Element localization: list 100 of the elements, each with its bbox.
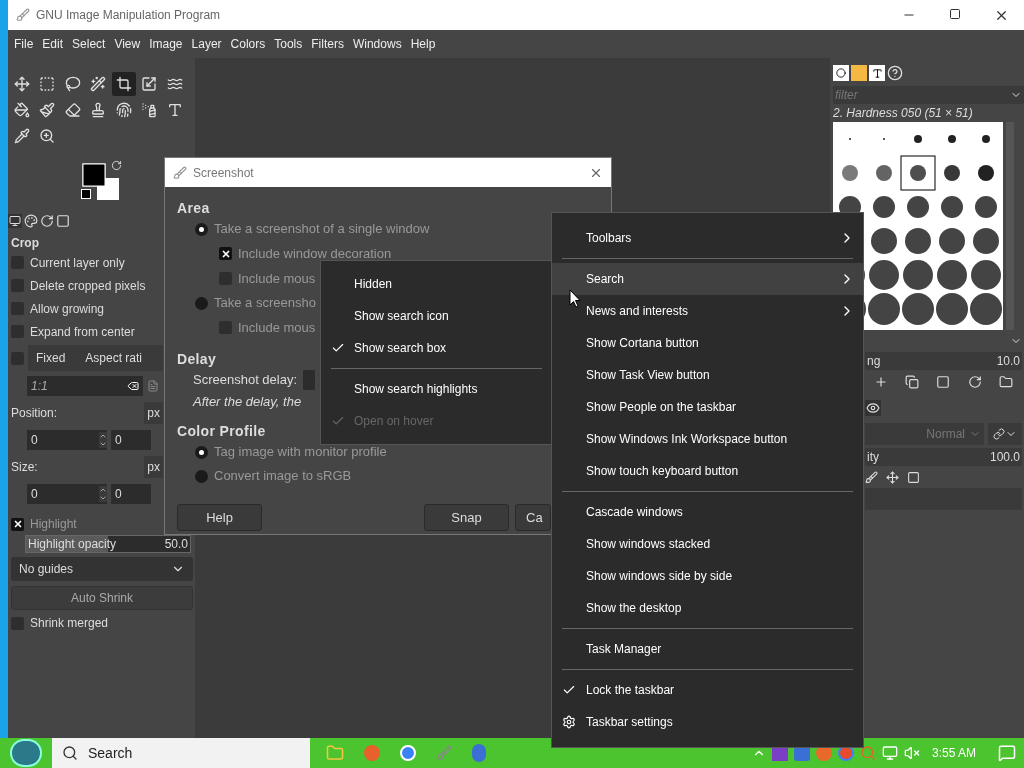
menu-bar-item[interactable]: Tools xyxy=(271,35,306,53)
number-field[interactable]: 0 xyxy=(111,484,151,504)
duplicate-icon[interactable] xyxy=(905,375,920,389)
menu-item[interactable]: Search xyxy=(552,263,863,295)
menu-item[interactable]: Show Cortana button xyxy=(552,327,863,359)
field-label: Position: xyxy=(11,405,58,422)
delay-field[interactable] xyxy=(303,370,316,390)
search-box[interactable]: Search xyxy=(52,738,310,768)
menu-item[interactable]: Lock the taskbar xyxy=(552,674,863,706)
folder-icon[interactable] xyxy=(999,375,1014,389)
spinner-icon[interactable] xyxy=(99,432,107,448)
new-icon[interactable] xyxy=(873,375,888,389)
color-swatches-icon[interactable] xyxy=(81,162,121,202)
menu-bar-item[interactable]: File xyxy=(11,35,37,53)
aspect-ratio-dropdown[interactable]: Aspect rati xyxy=(85,349,143,367)
menu-item[interactable]: Show Windows Ink Workspace button xyxy=(552,423,863,455)
ratio-field[interactable]: 1:1 xyxy=(27,376,143,396)
slider-label: Highlight opacity xyxy=(28,536,117,553)
maximize-icon[interactable] xyxy=(949,7,961,20)
menu-bar-item[interactable]: Filters xyxy=(308,35,347,53)
dialog-title: Screenshot xyxy=(193,164,254,182)
menu-item[interactable]: Show search box xyxy=(321,332,552,364)
spacing-label: ng xyxy=(867,353,881,370)
menu-item[interactable]: Show windows stacked xyxy=(552,528,863,560)
spinner-icon[interactable] xyxy=(99,486,107,502)
dialog-button[interactable]: Help xyxy=(177,504,262,531)
help-icon[interactable] xyxy=(887,65,903,81)
radio-label: Convert image to sRGB xyxy=(214,467,352,486)
menu-bar-item[interactable]: Select xyxy=(69,35,109,53)
radio-button[interactable] xyxy=(195,296,208,310)
guides-dropdown[interactable]: No guides xyxy=(11,557,193,581)
number-field[interactable]: 0 xyxy=(111,430,151,450)
document-icon[interactable] xyxy=(147,380,159,392)
opacity-label: ity xyxy=(867,449,879,466)
menu-item[interactable]: Task Manager xyxy=(552,633,863,665)
fixed-label: Fixed xyxy=(36,350,66,367)
undo-history-tab-icon[interactable] xyxy=(40,214,54,228)
menu-item[interactable]: Toolbars xyxy=(552,222,863,254)
checkbox-label: Expand from center xyxy=(30,323,135,341)
unit-dropdown[interactable]: px xyxy=(144,456,163,478)
menu-item[interactable]: Cascade windows xyxy=(552,496,863,528)
menu-bar-item[interactable]: Image xyxy=(146,35,186,53)
field-label: Size: xyxy=(11,459,38,476)
check-icon xyxy=(330,341,345,355)
reset-colors-icon[interactable] xyxy=(81,189,91,199)
layers-tab-icon[interactable] xyxy=(865,400,881,416)
menu-bar-item[interactable]: Edit xyxy=(39,35,67,53)
section-heading: Delay xyxy=(177,350,217,368)
field-label: Screenshot delay: xyxy=(193,371,298,390)
dialog-button[interactable]: Snap xyxy=(424,504,509,531)
menu-item[interactable]: Show search highlights xyxy=(321,373,552,405)
menu-item[interactable]: News and interests xyxy=(552,295,863,327)
checkbox[interactable] xyxy=(11,517,24,531)
crop-icon[interactable] xyxy=(111,72,136,96)
clear-icon[interactable] xyxy=(127,380,139,392)
auto-shrink-button[interactable]: Auto Shrink xyxy=(11,586,193,610)
radio-label: Take a screenshot of a single window xyxy=(214,220,430,239)
menu-item[interactable]: Show windows side by side xyxy=(552,560,863,592)
opacity-slider[interactable]: Highlight opacity 50.0 xyxy=(25,535,191,553)
brush-lock-icon[interactable] xyxy=(865,470,878,484)
magnifier-icon[interactable] xyxy=(859,745,876,761)
dialog-button[interactable]: Ca xyxy=(515,504,551,531)
check-icon xyxy=(330,414,345,428)
menu-item[interactable]: Taskbar settings xyxy=(552,706,863,738)
menu-bar-item[interactable]: Layer xyxy=(188,35,225,53)
menu-bar-item[interactable]: View xyxy=(111,35,144,53)
menu-item[interactable]: Show the desktop xyxy=(552,592,863,624)
unit-dropdown[interactable]: px xyxy=(144,402,163,424)
settings-icon xyxy=(562,715,576,729)
spacing-value[interactable]: 10.0 xyxy=(996,352,1020,370)
menu-bar-item[interactable]: Help xyxy=(407,35,439,53)
menu-item[interactable]: Show People on the taskbar xyxy=(552,391,863,423)
menu-item[interactable]: Show search icon xyxy=(321,300,552,332)
move-lock-icon[interactable] xyxy=(886,470,899,484)
menu-item[interactable]: Show Task View button xyxy=(552,359,863,391)
checkbox-label: Shrink merged xyxy=(30,615,109,632)
mouse-cursor-icon xyxy=(569,289,581,308)
window-title: GNU Image Manipulation Program xyxy=(36,7,221,24)
swap-colors-icon[interactable] xyxy=(111,160,122,171)
opacity-value[interactable]: 100.0 xyxy=(989,448,1020,466)
radio-label: Tag image with monitor profile xyxy=(214,443,387,462)
palette-tab-icon[interactable] xyxy=(24,214,38,228)
images-tab-icon[interactable] xyxy=(56,214,70,228)
brush-tab-icon[interactable] xyxy=(833,65,849,81)
tool-options-tab-icon[interactable] xyxy=(8,214,22,228)
radio-button[interactable] xyxy=(195,445,208,459)
font-tab-icon[interactable] xyxy=(869,65,885,81)
lock-dropdown[interactable] xyxy=(988,423,1022,445)
menu-bar-item[interactable]: Windows xyxy=(349,35,405,53)
start-icon[interactable] xyxy=(10,739,42,767)
radio-button[interactable] xyxy=(195,469,208,483)
checkbox[interactable] xyxy=(219,247,232,260)
radio-button[interactable] xyxy=(195,222,208,236)
menu-item[interactable]: Hidden xyxy=(321,268,552,300)
number-field[interactable]: 0 xyxy=(27,484,107,504)
menu-item[interactable]: Show touch keyboard button xyxy=(552,455,863,487)
menu-bar-item[interactable]: Colors xyxy=(227,35,269,53)
number-field[interactable]: 0 xyxy=(27,430,107,450)
refresh-icon[interactable] xyxy=(967,375,982,389)
search-icon xyxy=(62,745,78,761)
